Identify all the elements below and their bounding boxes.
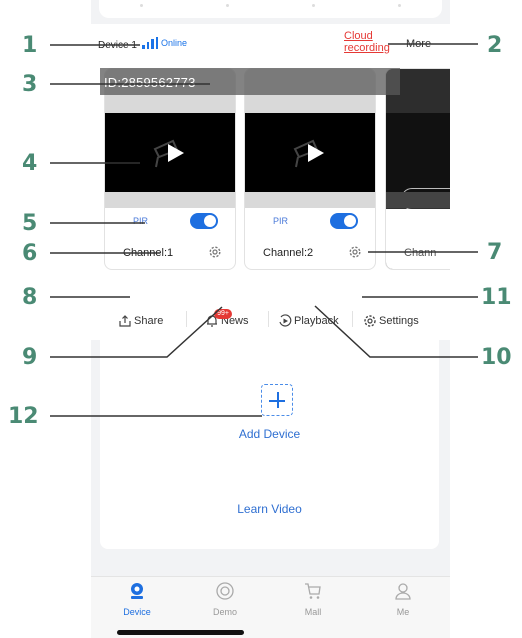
callout-10: 10 [481,345,512,370]
callout-3: 3 [22,72,38,97]
callout-12: 12 [8,404,39,429]
callout-1: 1 [22,33,38,58]
callout-4: 4 [22,151,38,176]
callout-lines [50,43,478,417]
callout-9: 9 [22,345,38,370]
callout-11: 11 [481,285,512,310]
callout-5: 5 [22,211,38,236]
callout-7: 7 [487,240,503,265]
callout-2: 2 [487,33,503,58]
callout-8: 8 [22,285,38,310]
callout-6: 6 [22,241,38,266]
